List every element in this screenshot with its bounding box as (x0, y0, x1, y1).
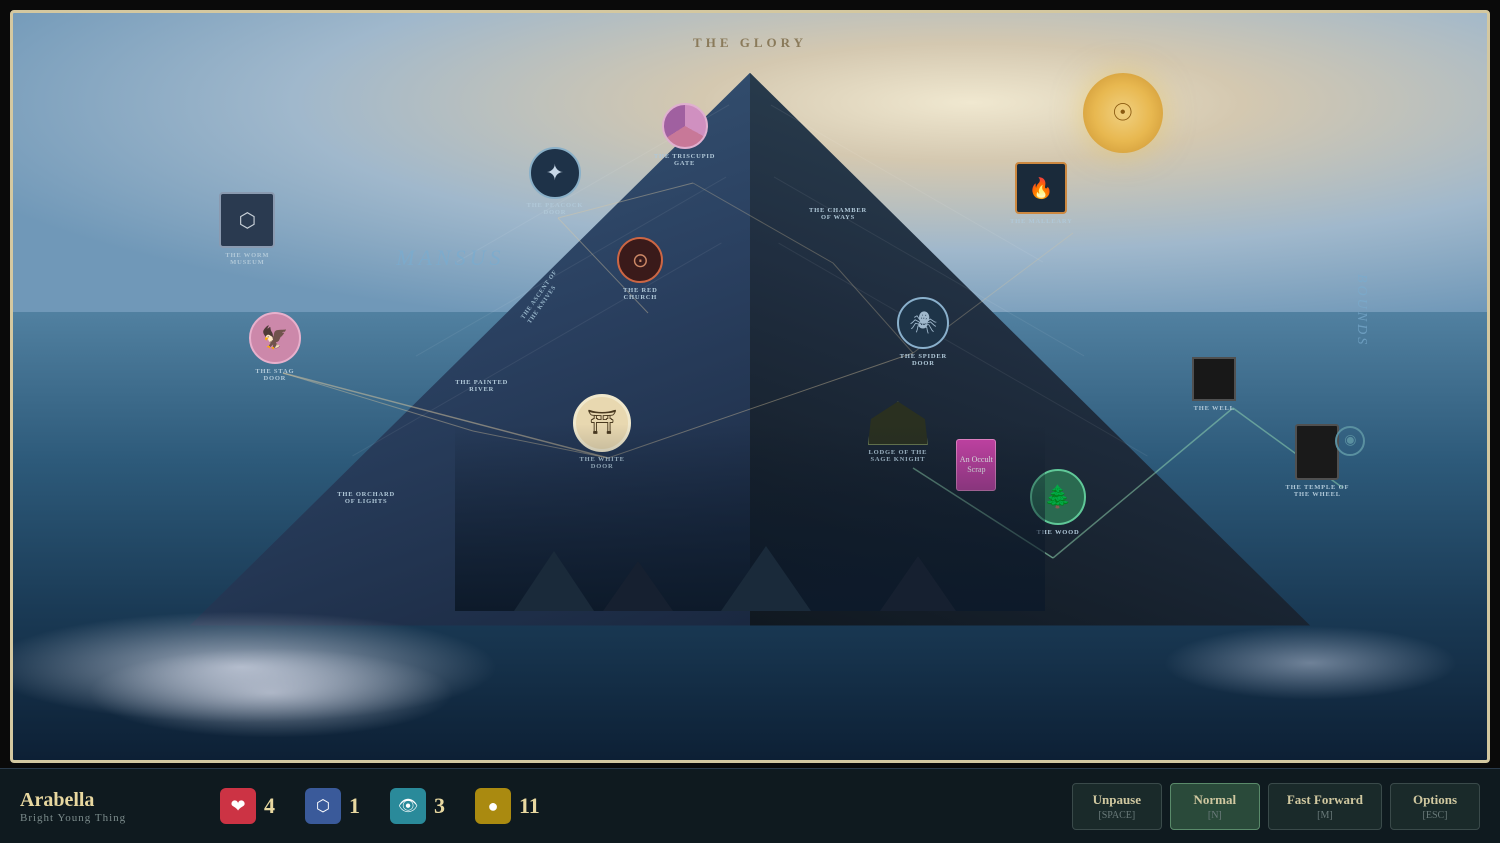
bottom-bar: Arabella Bright Young Thing ❤ 4 ⬡ 1 👁 3 (0, 768, 1500, 843)
player-title: Bright Young Thing (20, 812, 180, 824)
controls-area: Unpause [SPACE] Normal [N] Fast Forward … (1072, 783, 1480, 830)
player-info: Arabella Bright Young Thing (20, 789, 180, 824)
normal-key: [N] (1208, 810, 1222, 821)
unpause-label: Unpause (1093, 792, 1141, 808)
node-triscupid-gate[interactable]: THE TRISCUPIDGATE (662, 103, 708, 149)
fast-forward-key: [M] (1317, 810, 1333, 821)
normal-label: Normal (1194, 792, 1237, 808)
mountain-bottom (455, 424, 1045, 611)
painted-river-label: THE PAINTEDRIVER (455, 379, 508, 393)
stats-area: ❤ 4 ⬡ 1 👁 3 ● 11 (220, 788, 540, 824)
node-spider-door[interactable]: 🕷 THE SPIDERDOOR (897, 297, 949, 349)
mystery-icon: 👁 (390, 788, 426, 824)
options-key: [ESC] (1423, 810, 1448, 821)
bounds-label: BOUNDS (1353, 274, 1369, 347)
mountain-4 (880, 556, 956, 611)
health-value: 4 (264, 793, 275, 819)
mountain-2 (603, 561, 673, 611)
cloud-right (1163, 626, 1458, 701)
node-worm-museum[interactable]: ⬡ THE WORMMUSEUM (219, 192, 275, 248)
node-red-church[interactable]: ⊙ THE REDCHURCH (617, 237, 663, 283)
node-malleary[interactable]: 🔥 THE MALLEARY (1015, 162, 1067, 214)
unpause-button[interactable]: Unpause [SPACE] (1072, 783, 1162, 830)
map-area[interactable]: THE GLORY ☉ (10, 10, 1490, 763)
skill-value: 1 (349, 793, 360, 819)
mountain-1 (514, 551, 594, 611)
health-icon: ❤ (220, 788, 256, 824)
node-orchard-lights[interactable]: THE ORCHARDOF LIGHTS (337, 491, 395, 505)
fast-forward-button[interactable]: Fast Forward [M] (1268, 783, 1382, 830)
well-card (1192, 357, 1236, 401)
node-the-well[interactable]: THE WELL (1192, 357, 1236, 401)
normal-button[interactable]: Normal [N] (1170, 783, 1260, 830)
mountain-3 (721, 546, 811, 611)
gold-icon: ● (475, 788, 511, 824)
node-peacock-door[interactable]: ✦ THE PEACOCKDOOR (529, 147, 581, 199)
cloud-left2 (87, 648, 456, 738)
temple-card (1295, 424, 1339, 480)
mystery-value: 3 (434, 793, 445, 819)
stat-skill: ⬡ 1 (305, 788, 360, 824)
stat-gold: ● 11 (475, 788, 540, 824)
mansus-label: MANSUS (396, 245, 504, 271)
stat-mystery: 👁 3 (390, 788, 445, 824)
player-name: Arabella (20, 789, 180, 812)
fast-forward-label: Fast Forward (1287, 792, 1363, 808)
stat-health: ❤ 4 (220, 788, 275, 824)
map-title: THE GLORY (693, 35, 807, 51)
skill-icon: ⬡ (305, 788, 341, 824)
options-label: Options (1413, 792, 1457, 808)
node-stag-door[interactable]: 🦅 THE STAGDOOR (249, 312, 301, 364)
node-temple-wheel[interactable]: THE TEMPLE OFTHE WHEEL ◉ (1295, 424, 1339, 480)
gold-value: 11 (519, 793, 540, 819)
node-chamber-of-ways[interactable]: THE CHAMBEROF WAYS (809, 207, 867, 221)
options-button[interactable]: Options [ESC] (1390, 783, 1480, 830)
unpause-key: [SPACE] (1098, 810, 1135, 821)
